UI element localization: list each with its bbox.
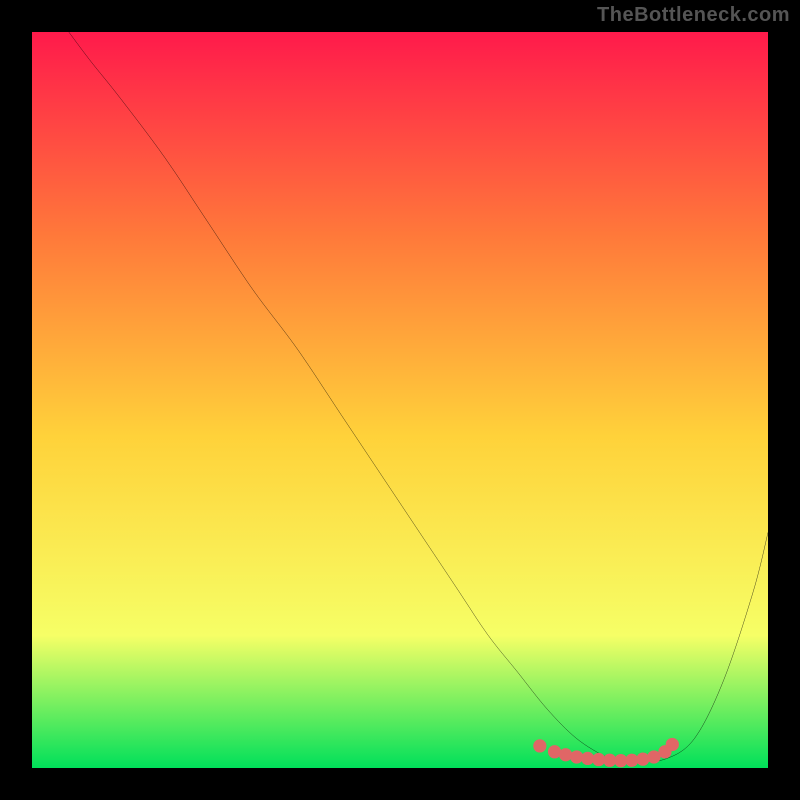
accent-dot <box>559 748 572 761</box>
accent-dot <box>666 738 679 751</box>
accent-dot <box>533 739 546 752</box>
accent-dot <box>636 753 649 766</box>
chart-stage: TheBottleneck.com <box>0 0 800 800</box>
bottleneck-chart <box>32 32 768 768</box>
gradient-background <box>32 32 768 768</box>
watermark-text: TheBottleneck.com <box>597 4 790 27</box>
